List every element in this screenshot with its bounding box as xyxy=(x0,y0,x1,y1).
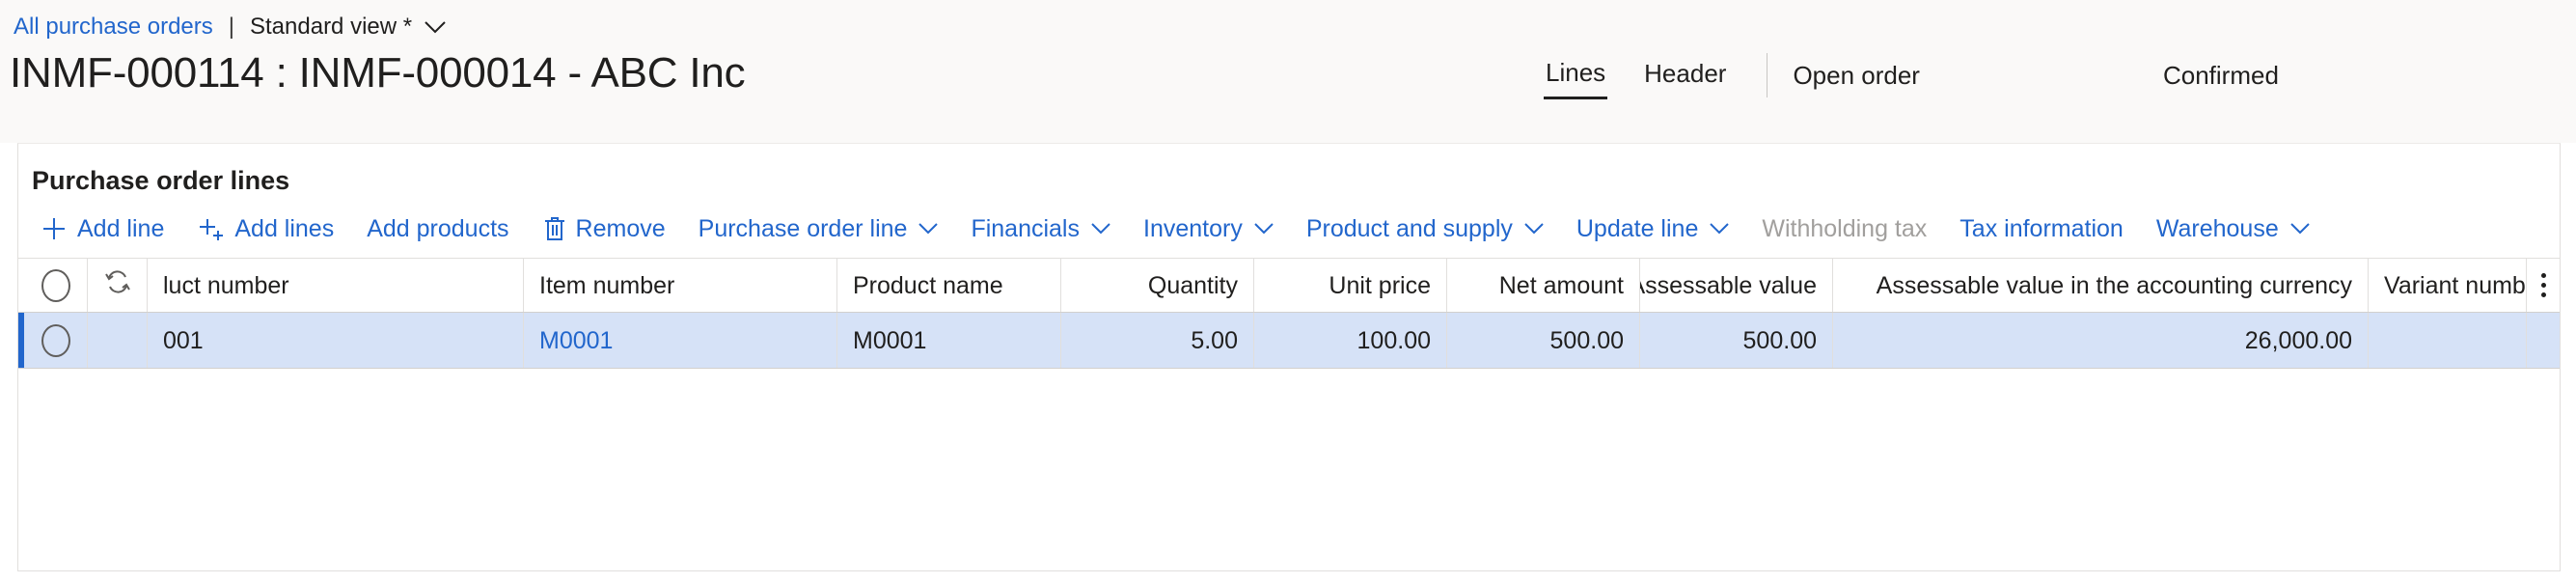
purchase-order-lines-grid: luct number Item number Product name Qua… xyxy=(18,258,2560,552)
update-line-menu[interactable]: Update line xyxy=(1576,213,1730,244)
cell-assessable-value-accounting-currency[interactable]: 26,000.00 xyxy=(1833,313,2369,368)
inventory-menu[interactable]: Inventory xyxy=(1143,213,1274,244)
financials-label: Financials xyxy=(971,215,1080,242)
cell-assessable-value[interactable]: 500.00 xyxy=(1640,313,1833,368)
chevron-down-icon xyxy=(1524,223,1544,235)
page-title: INMF-000114 : INMF-000014 - ABC Inc xyxy=(10,49,746,97)
breadcrumb-separator: | xyxy=(228,14,234,40)
chevron-down-icon xyxy=(1091,223,1110,235)
system-column-cell[interactable] xyxy=(88,259,148,312)
tax-information-label: Tax information xyxy=(1959,215,2124,242)
cell-quantity[interactable]: 5.00 xyxy=(1061,313,1254,368)
withholding-tax-label: Withholding tax xyxy=(1762,215,1928,242)
status-approval: Confirmed xyxy=(2162,61,2279,90)
chevron-down-icon[interactable] xyxy=(425,20,446,34)
add-lines-button[interactable]: Add lines xyxy=(197,213,334,244)
refresh-sync-icon[interactable] xyxy=(102,266,133,305)
withholding-tax-button: Withholding tax xyxy=(1762,213,1927,244)
trash-icon xyxy=(542,214,567,243)
row-kebab-spacer xyxy=(2527,313,2560,368)
cell-unit-price[interactable]: 100.00 xyxy=(1254,313,1447,368)
tab-header[interactable]: Header xyxy=(1642,53,1728,97)
warehouse-label: Warehouse xyxy=(2155,215,2279,242)
grid-empty-area xyxy=(18,369,2560,552)
purchase-order-lines-card: Purchase order lines Add line Add lines xyxy=(17,143,2561,571)
remove-label: Remove xyxy=(575,215,666,242)
add-products-label: Add products xyxy=(367,215,509,242)
cell-product-number[interactable]: 001 xyxy=(148,313,524,368)
column-header-unit-price[interactable]: Unit price xyxy=(1254,259,1447,312)
status-document: Open order xyxy=(1793,61,1920,90)
cell-variant-number[interactable] xyxy=(2369,313,2527,368)
tab-lines[interactable]: Lines xyxy=(1544,52,1608,99)
page-header: All purchase orders | Standard view * IN… xyxy=(0,0,2576,143)
title-row: INMF-000114 : INMF-000014 - ABC Inc Line… xyxy=(0,39,2576,102)
column-header-variant-number[interactable]: Variant numbe xyxy=(2369,259,2527,312)
column-header-item-number[interactable]: Item number xyxy=(524,259,837,312)
purchase-order-page: All purchase orders | Standard view * IN… xyxy=(0,0,2576,583)
column-header-product-number[interactable]: luct number xyxy=(148,259,524,312)
remove-button[interactable]: Remove xyxy=(542,213,666,244)
section-title: Purchase order lines xyxy=(32,166,290,195)
purchase-order-line-menu[interactable]: Purchase order line xyxy=(699,213,939,244)
breadcrumb: All purchase orders | Standard view * xyxy=(0,0,2576,41)
financials-menu[interactable]: Financials xyxy=(971,213,1110,244)
cell-product-name[interactable]: M0001 xyxy=(837,313,1061,368)
column-header-product-name[interactable]: Product name xyxy=(837,259,1061,312)
purchase-order-line-label: Purchase order line xyxy=(698,215,908,242)
grid-header-row: luct number Item number Product name Qua… xyxy=(18,259,2560,313)
chevron-down-icon xyxy=(918,223,939,235)
tax-information-button[interactable]: Tax information xyxy=(1959,213,2124,244)
row-select-cell[interactable] xyxy=(24,313,88,368)
view-selector-label[interactable]: Standard view * xyxy=(250,14,412,41)
plus-icon xyxy=(40,214,69,243)
add-line-label: Add line xyxy=(77,215,165,242)
update-line-label: Update line xyxy=(1576,215,1699,242)
page-tabs: Lines Header Open order Confirmed xyxy=(1544,48,2279,102)
chevron-down-icon xyxy=(1254,223,1274,235)
cell-net-amount[interactable]: 500.00 xyxy=(1447,313,1640,368)
product-and-supply-label: Product and supply xyxy=(1305,215,1513,242)
tab-divider xyxy=(1767,53,1768,97)
breadcrumb-back-link[interactable]: All purchase orders xyxy=(14,14,213,41)
add-products-button[interactable]: Add products xyxy=(367,213,508,244)
column-header-assessable-value-accounting-currency[interactable]: Assessable value in the accounting curre… xyxy=(1833,259,2369,312)
chevron-down-icon xyxy=(1710,223,1730,235)
kebab-dots[interactable] xyxy=(2540,273,2546,297)
add-line-button[interactable]: Add line xyxy=(40,213,164,244)
kebab-menu-icon[interactable] xyxy=(2527,259,2560,312)
column-header-quantity[interactable]: Quantity xyxy=(1061,259,1254,312)
add-lines-label: Add lines xyxy=(234,215,335,242)
product-and-supply-menu[interactable]: Product and supply xyxy=(1306,213,1544,244)
table-row[interactable]: 001 M0001 M0001 5.00 100.00 500.00 500.0… xyxy=(18,313,2560,369)
column-header-assessable-value[interactable]: Assessable value xyxy=(1640,259,1833,312)
radio-circle-icon[interactable] xyxy=(41,323,70,357)
chevron-down-icon xyxy=(2290,223,2310,235)
cell-item-number[interactable]: M0001 xyxy=(524,313,837,368)
radio-circle-icon[interactable] xyxy=(41,268,70,302)
row-system-cell xyxy=(88,313,148,368)
lines-toolbar: Add line Add lines Add products Remove P… xyxy=(18,200,2560,258)
inventory-label: Inventory xyxy=(1143,215,1243,242)
select-all-cell[interactable] xyxy=(24,259,88,312)
warehouse-menu[interactable]: Warehouse xyxy=(2156,213,2310,244)
plus-lines-icon xyxy=(197,214,226,243)
column-header-net-amount[interactable]: Net amount xyxy=(1447,259,1640,312)
